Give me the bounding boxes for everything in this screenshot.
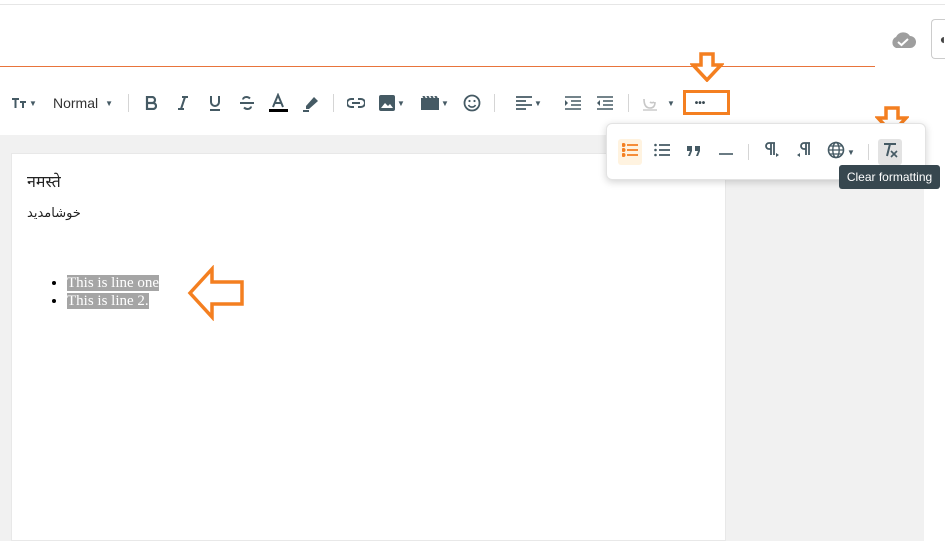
chevron-down-icon: ▼	[29, 98, 37, 108]
quote-button[interactable]	[682, 139, 706, 165]
emoji-icon	[463, 94, 481, 112]
clear-formatting-button[interactable]	[878, 139, 902, 165]
post-body-editor[interactable]: नमस्ते خوشامدید This is line one This is…	[11, 153, 726, 541]
clear-formatting-icon	[882, 142, 898, 163]
italic-icon	[177, 96, 189, 110]
align-button[interactable]: ▼	[512, 84, 546, 122]
transliterate-icon	[641, 95, 659, 111]
chevron-down-icon: ▼	[847, 147, 855, 157]
bulleted-list-button[interactable]	[618, 139, 642, 165]
down-arrow-annotation-icon	[690, 52, 724, 82]
text-size-icon	[11, 96, 27, 110]
highlight-icon	[302, 94, 320, 112]
menu-divider	[868, 144, 869, 160]
title-underline	[0, 66, 875, 67]
bulleted-list: This is line one This is line 2.	[34, 274, 160, 310]
toolbar-divider	[128, 94, 129, 112]
quote-icon	[687, 143, 701, 161]
more-options-highlight	[683, 90, 730, 115]
language-button[interactable]: ▼	[824, 139, 858, 165]
list-item: This is line one	[67, 274, 160, 292]
eye-icon: ◖	[938, 31, 945, 47]
toolbar-divider	[333, 94, 334, 112]
chevron-down-icon: ▼	[534, 98, 542, 108]
transliterate-button[interactable]: ▼	[638, 84, 678, 122]
emoji-button[interactable]	[461, 84, 483, 122]
indent-icon	[565, 96, 581, 110]
ltr-icon	[764, 141, 780, 163]
text-size-button[interactable]: ▼	[9, 84, 39, 122]
toolbar-divider	[628, 94, 629, 112]
block-format-dropdown[interactable]: Normal ▼	[48, 84, 118, 122]
align-left-icon	[516, 96, 533, 110]
bold-button[interactable]	[140, 84, 162, 122]
bold-icon	[145, 96, 157, 110]
block-format-value: Normal	[52, 95, 99, 111]
left-arrow-annotation-icon	[187, 265, 244, 321]
video-icon	[421, 96, 440, 110]
image-icon	[379, 95, 396, 111]
ltr-direction-button[interactable]	[760, 139, 784, 165]
link-button[interactable]	[344, 84, 368, 122]
indent-button[interactable]	[562, 84, 584, 122]
chevron-down-icon: ▼	[667, 98, 675, 108]
horizontal-rule-icon	[719, 143, 733, 161]
numbered-list-icon	[654, 143, 670, 162]
post-title-field[interactable]	[0, 6, 875, 66]
top-border	[0, 4, 945, 5]
selected-text: This is line 2.	[67, 293, 149, 309]
horizontal-rule-button[interactable]	[714, 139, 738, 165]
rtl-icon	[796, 141, 812, 163]
toolbar-divider	[494, 94, 495, 112]
underline-button[interactable]	[204, 84, 226, 122]
language-icon	[827, 141, 845, 164]
menu-divider	[748, 144, 749, 160]
image-button[interactable]: ▼	[377, 84, 407, 122]
italic-button[interactable]	[172, 84, 194, 122]
strikethrough-icon	[239, 96, 255, 110]
editor-toolbar: ▼ Normal ▼ ▼ ▼ ▼ ▼ •••	[0, 84, 945, 122]
video-button[interactable]: ▼	[419, 84, 451, 122]
bulleted-list-icon	[621, 142, 638, 162]
numbered-list-button[interactable]	[650, 139, 674, 165]
highlight-button[interactable]	[299, 84, 323, 122]
rtl-direction-button[interactable]	[792, 139, 816, 165]
chevron-down-icon: ▼	[441, 98, 449, 108]
preview-button[interactable]: ◖	[931, 19, 945, 59]
urdu-text-line: خوشامدید	[27, 206, 81, 221]
underline-icon	[208, 95, 222, 111]
chevron-down-icon: ▼	[105, 98, 114, 108]
outdent-button[interactable]	[594, 84, 616, 122]
list-item: This is line 2.	[67, 292, 159, 310]
link-icon	[347, 98, 365, 108]
cloud-check-icon	[889, 29, 917, 51]
strikethrough-button[interactable]	[236, 84, 258, 122]
chevron-down-icon: ▼	[397, 98, 405, 108]
font-color-icon	[268, 93, 288, 113]
tooltip: Clear formatting	[839, 165, 940, 189]
font-color-button[interactable]	[267, 84, 289, 122]
hindi-text-line: नमस्ते	[27, 172, 61, 191]
outdent-icon	[597, 96, 613, 110]
selected-text: This is line one	[67, 275, 160, 291]
